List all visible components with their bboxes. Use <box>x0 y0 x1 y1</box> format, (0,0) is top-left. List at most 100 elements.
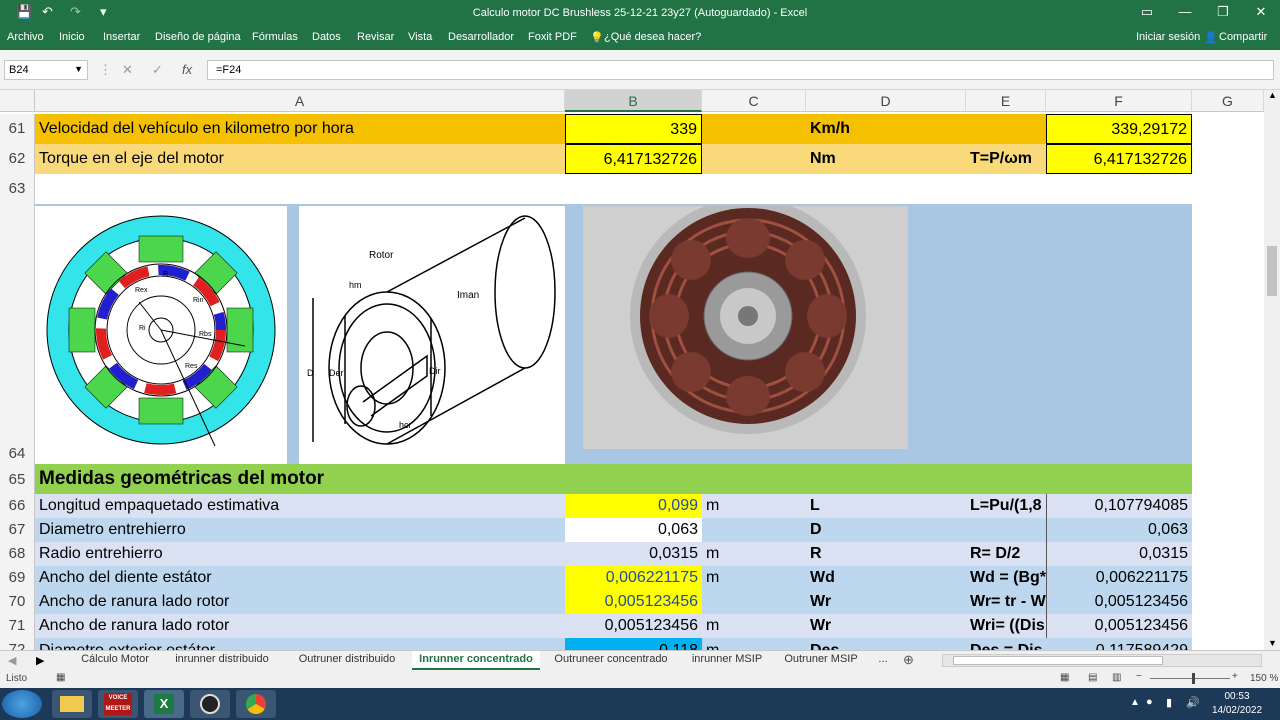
cancel-icon[interactable]: ✕ <box>122 62 133 78</box>
row-header-71[interactable]: 71 <box>0 614 35 638</box>
cell-d68[interactable]: R <box>806 542 966 566</box>
sheet-tab-outruner-msip[interactable]: Outruner MSIP <box>776 651 866 670</box>
cell-d66[interactable]: L <box>806 494 966 518</box>
cell-c69[interactable]: m <box>702 566 806 590</box>
cell-d69[interactable]: Wd <box>806 566 966 590</box>
share-button[interactable]: Compartir <box>1219 31 1267 43</box>
tab-foxit-pdf[interactable]: Foxit PDF <box>528 31 577 43</box>
cell-e70[interactable]: Wr= tr - W <box>966 590 1046 614</box>
tab-archivo[interactable]: Archivo <box>7 31 44 43</box>
hscroll-thumb[interactable] <box>953 656 1163 665</box>
cell-b70[interactable]: 0,005123456 <box>565 590 702 614</box>
cell-a71[interactable]: Ancho de ranura lado rotor <box>35 614 565 638</box>
cell-e71[interactable]: Wri= ((Dis <box>966 614 1046 638</box>
sheet-tab-inrunner-concentrado[interactable]: Inrunner concentrado <box>412 651 540 670</box>
cell-e68[interactable]: R= D/2 <box>966 542 1046 566</box>
add-sheet-icon[interactable]: ⊕ <box>903 652 914 668</box>
row-header-72[interactable]: 72 <box>0 638 35 650</box>
tab-insertar[interactable]: Insertar <box>103 31 140 43</box>
cell-a68[interactable]: Radio entrehierro <box>35 542 565 566</box>
minimize-button[interactable]: — <box>1170 4 1200 19</box>
sheet-tab-outruneer-concentrado[interactable]: Outruneer concentrado <box>546 651 676 670</box>
volume-icon[interactable]: 🔊 <box>1186 696 1200 709</box>
cell-a62[interactable]: Torque en el eje del motor <box>35 147 565 171</box>
zoom-level[interactable]: 150 % <box>1250 673 1278 684</box>
row-header-65[interactable]: 65 <box>0 464 35 494</box>
tab-formulas[interactable]: Fórmulas <box>252 31 298 43</box>
zoom-slider[interactable] <box>1150 678 1230 679</box>
cell-a66[interactable]: Longitud empaquetado estimativa <box>35 494 565 518</box>
tray-expand-icon[interactable]: ▲ <box>1130 697 1140 708</box>
formula-input[interactable]: =F24 <box>207 60 1274 80</box>
cell-b69[interactable]: 0,006221175 <box>565 566 702 590</box>
cell-c68[interactable]: m <box>702 542 806 566</box>
cell-e66[interactable]: L=Pu/(1,8 <box>966 494 1046 518</box>
cell-f72[interactable]: 0,117589429 <box>1046 638 1192 650</box>
row-header-64[interactable]: 64 <box>0 204 35 464</box>
cell-d67[interactable]: D <box>806 518 966 542</box>
tab-revisar[interactable]: Revisar <box>357 31 394 43</box>
cell-b62[interactable]: 6,417132726 <box>565 144 702 174</box>
sheet-tab-inrunner-msip[interactable]: inrunner MSIP <box>684 651 770 670</box>
excel-taskbar-icon[interactable]: X <box>144 690 184 718</box>
next-sheet-icon[interactable]: ▶ <box>36 654 44 667</box>
row-header-63[interactable]: 63 <box>0 174 35 204</box>
cell-c71[interactable]: m <box>702 614 806 638</box>
cell-e72[interactable]: Des = Dis + <box>966 638 1046 650</box>
cell-a72[interactable]: Diametro exterior estátor <box>35 638 565 650</box>
tab-datos[interactable]: Datos <box>312 31 341 43</box>
cell-b72[interactable]: 0,118 <box>565 638 702 650</box>
cell-e69[interactable]: Wd = (Bg* <box>966 566 1046 590</box>
sheet-tab-calculo-motor[interactable]: Cálculo Motor <box>70 651 160 670</box>
scroll-down-icon[interactable]: ▼ <box>1268 638 1277 648</box>
row-header-67[interactable]: 67 <box>0 518 35 542</box>
cell-a69[interactable]: Ancho del diente estátor <box>35 566 565 590</box>
chrome-icon[interactable] <box>236 690 276 718</box>
cell-b68[interactable]: 0,0315 <box>565 542 702 566</box>
enter-icon[interactable]: ✓ <box>152 62 163 78</box>
motor-cross-section-diagram[interactable]: Rex R Rin Ri Rbs Res <box>35 206 287 464</box>
row-header-69[interactable]: 69 <box>0 566 35 590</box>
cell-a67[interactable]: Diametro entrehierro <box>35 518 565 542</box>
sheet-tab-inrunner-distribuido[interactable]: inrunner distribuido <box>164 651 280 670</box>
cell-a70[interactable]: Ancho de ranura lado rotor <box>35 590 565 614</box>
col-header-d[interactable]: D <box>806 90 966 112</box>
cell-c72[interactable]: m <box>702 638 806 650</box>
clock-time[interactable]: 00:53 <box>1212 691 1262 702</box>
row-header-62[interactable]: 62 <box>0 144 35 174</box>
clock-date[interactable]: 14/02/2022 <box>1208 705 1266 716</box>
macro-record-icon[interactable]: ▦ <box>56 672 65 683</box>
cell-c66[interactable]: m <box>702 494 806 518</box>
select-all-corner[interactable] <box>0 90 35 112</box>
page-break-icon[interactable]: ▥ <box>1112 672 1121 683</box>
rotor-iso-drawing[interactable]: Rotor Iman hm D Der Dir hcr <box>299 206 565 464</box>
file-explorer-icon[interactable] <box>52 690 92 718</box>
cell-f62[interactable]: 6,417132726 <box>1046 144 1192 174</box>
cell-a65[interactable]: Medidas geométricas del motor <box>35 467 565 491</box>
col-header-g[interactable]: G <box>1192 90 1264 112</box>
horizontal-scrollbar[interactable] <box>942 654 1262 667</box>
tray-app-icon[interactable]: ● <box>1146 696 1153 708</box>
scroll-up-icon[interactable]: ▲ <box>1268 90 1277 100</box>
tab-desarrollador[interactable]: Desarrollador <box>448 31 514 43</box>
chevron-down-icon[interactable]: ▼ <box>74 64 83 74</box>
page-layout-icon[interactable]: ▤ <box>1088 672 1097 683</box>
ribbon-display-icon[interactable]: ▭ <box>1132 4 1162 20</box>
cell-e62[interactable]: T=P/ωm <box>966 147 1046 171</box>
stator-photo[interactable] <box>583 206 908 449</box>
network-icon[interactable]: ▮ <box>1166 696 1172 709</box>
scroll-thumb[interactable] <box>1267 246 1277 296</box>
cell-b67[interactable]: 0,063 <box>565 518 702 542</box>
zoom-out-icon[interactable]: − <box>1136 671 1142 682</box>
cell-f61[interactable]: 339,29172 <box>1046 114 1192 144</box>
normal-view-icon[interactable]: ▦ <box>1060 672 1069 683</box>
cell-f67[interactable]: 0,063 <box>1046 518 1192 542</box>
cell-d70[interactable]: Wr <box>806 590 966 614</box>
col-header-c[interactable]: C <box>702 90 806 112</box>
tell-me-input[interactable]: ¿Qué desea hacer? <box>604 31 701 43</box>
voicemeeter-icon[interactable]: VOICE MEETER <box>98 690 138 718</box>
close-button[interactable]: ✕ <box>1246 4 1276 20</box>
zoom-slider-thumb[interactable] <box>1192 673 1195 684</box>
vertical-scrollbar[interactable]: ▲ ▼ <box>1264 90 1280 650</box>
sheet-tab-outruner-distribuido[interactable]: Outruner distribuido <box>288 651 406 670</box>
